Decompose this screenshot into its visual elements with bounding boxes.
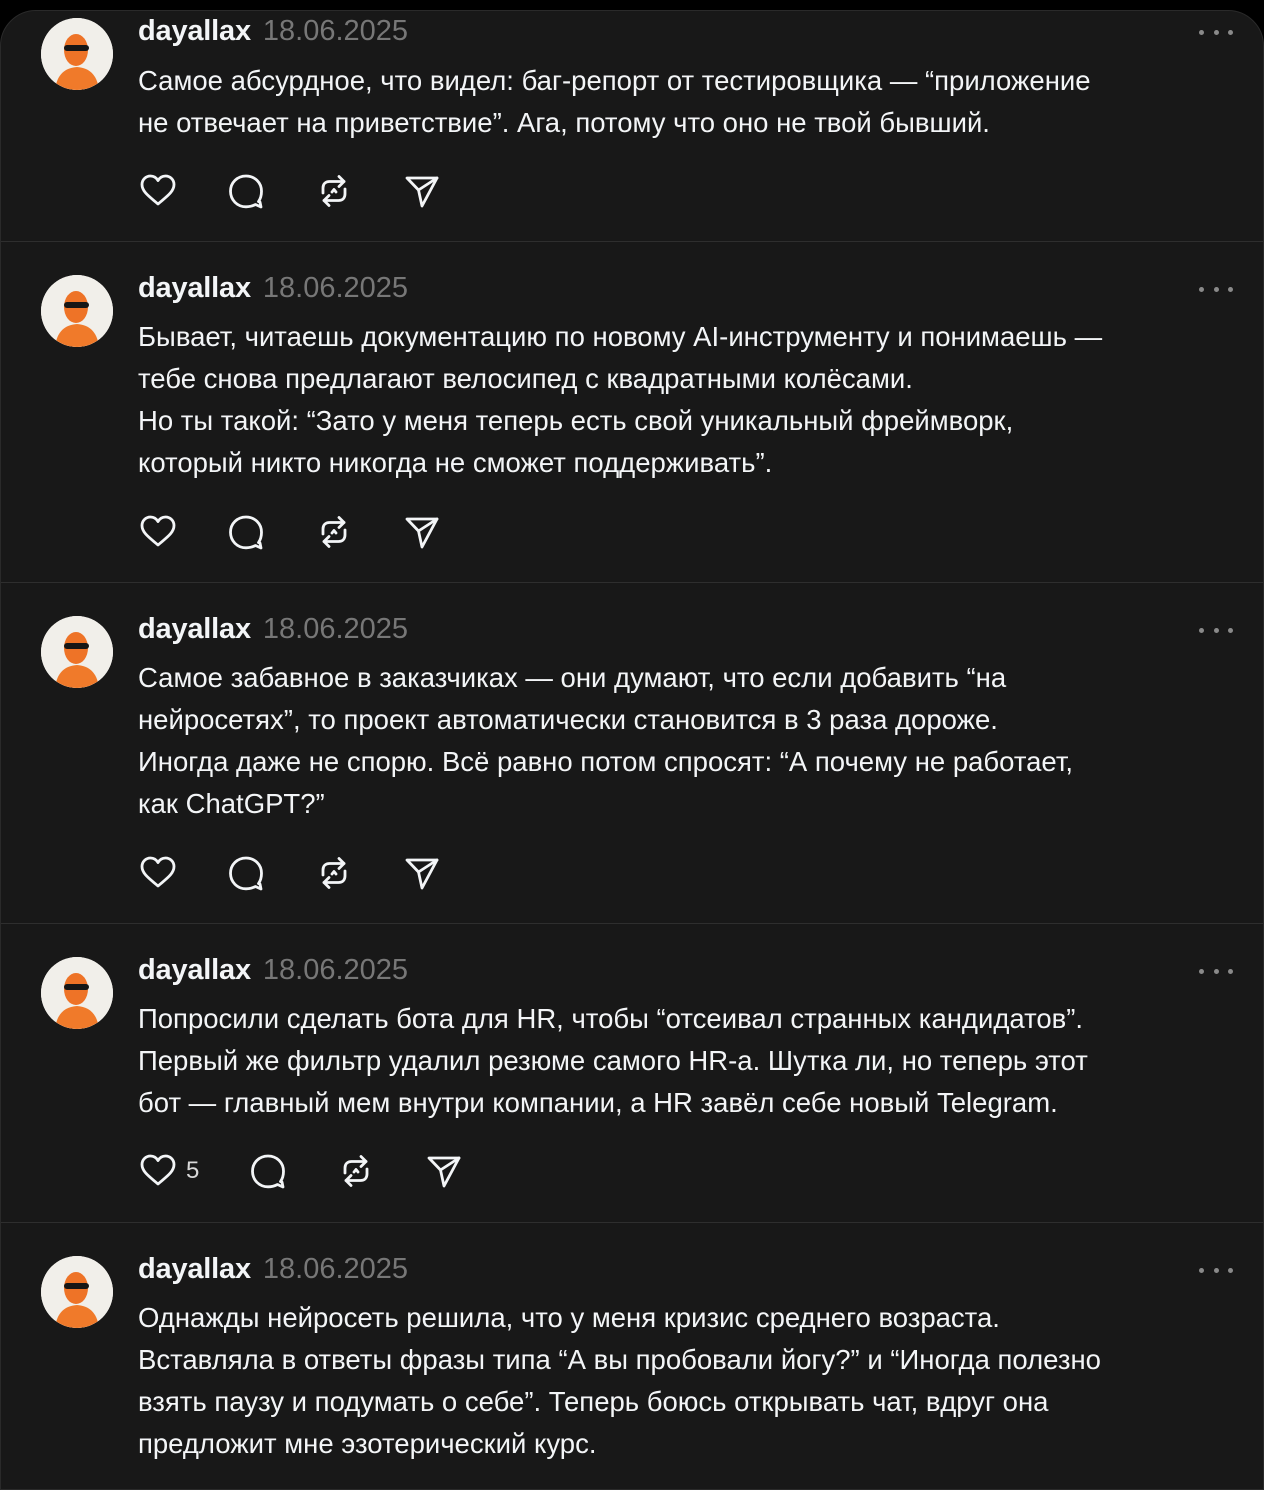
avatar[interactable] — [41, 1256, 113, 1328]
username[interactable]: dayallax — [138, 15, 251, 48]
share-button[interactable] — [424, 1151, 484, 1191]
post-text-line: Вставляла в ответы фразы типа “А вы проб… — [138, 1344, 1101, 1375]
post-text-line: Самое забавное в заказчиках — они думают… — [138, 662, 1007, 693]
post-text-line: Бывает, читаешь документацию по новому A… — [138, 321, 1103, 352]
post-header: dayallax 18.06.2025 — [138, 272, 408, 305]
reply-button[interactable] — [248, 1151, 336, 1191]
comment-bubble-icon — [229, 515, 263, 550]
comment-bubble-icon — [229, 856, 263, 891]
post: dayallax 18.06.2025 Самое забавное в зак… — [1, 583, 1263, 924]
post-text-line: Но ты такой: “Зато у меня теперь есть св… — [138, 405, 1014, 436]
post-text: Самое абсурдное, что видел: баг-репорт о… — [138, 60, 1238, 144]
like-button[interactable] — [138, 171, 226, 211]
username[interactable]: dayallax — [138, 954, 251, 987]
reply-button[interactable] — [226, 853, 314, 893]
post-text-line: как ChatGPT?” — [138, 788, 325, 819]
avatar[interactable] — [41, 275, 113, 347]
post-header: dayallax 18.06.2025 — [138, 954, 408, 987]
post-text-line: Однажды нейросеть решила, что у меня кри… — [138, 1302, 1000, 1333]
heart-icon — [140, 515, 176, 547]
post-text: Бывает, читаешь документацию по новому A… — [138, 316, 1238, 484]
post-date[interactable]: 18.06.2025 — [263, 954, 408, 987]
more-dots-icon[interactable] — [1199, 965, 1233, 977]
share-button[interactable] — [402, 171, 462, 211]
post-actions — [138, 512, 462, 552]
post-text-line: нейросетях”, то проект автоматически ста… — [138, 704, 998, 735]
post-text-line: Первый же фильтр удалил резюме самого HR… — [138, 1045, 1088, 1076]
post-header: dayallax 18.06.2025 — [138, 613, 408, 646]
post-text-line: тебе снова предлагают велосипед с квадра… — [138, 363, 913, 394]
send-icon — [405, 176, 439, 208]
username[interactable]: dayallax — [138, 1253, 251, 1286]
thread-feed: dayallax 18.06.2025 Самое абсурдное, что… — [0, 10, 1264, 1490]
send-icon — [405, 858, 439, 890]
like-button[interactable]: 5 — [138, 1151, 248, 1191]
heart-icon — [140, 856, 176, 888]
post-text-line: бот — главный мем внутри компании, а HR … — [138, 1087, 1058, 1118]
avatar[interactable] — [41, 616, 113, 688]
post-header: dayallax 18.06.2025 — [138, 1253, 408, 1286]
reply-button[interactable] — [226, 512, 314, 552]
repost-icon — [321, 857, 347, 889]
send-icon — [427, 1156, 461, 1188]
username[interactable]: dayallax — [138, 272, 251, 305]
avatar[interactable] — [41, 18, 113, 90]
like-button[interactable] — [138, 853, 226, 893]
more-dots-icon[interactable] — [1199, 624, 1233, 636]
more-dots-icon[interactable] — [1199, 26, 1233, 38]
post-actions: 5 — [138, 1151, 484, 1191]
comment-bubble-icon — [229, 174, 263, 209]
reply-button[interactable] — [226, 171, 314, 211]
post: dayallax 18.06.2025 Попросили сделать бо… — [1, 924, 1263, 1223]
heart-icon — [140, 174, 176, 206]
post: dayallax 18.06.2025 Однажды нейросеть ре… — [1, 1223, 1263, 1489]
username[interactable]: dayallax — [138, 613, 251, 646]
post-date[interactable]: 18.06.2025 — [263, 272, 408, 305]
like-count[interactable]: 5 — [186, 1157, 199, 1185]
heart-icon — [140, 1154, 176, 1186]
repost-icon — [321, 175, 347, 207]
comment-bubble-icon — [251, 1154, 285, 1189]
post-date[interactable]: 18.06.2025 — [263, 613, 408, 646]
send-icon — [405, 517, 439, 549]
like-button[interactable] — [138, 512, 226, 552]
post-date[interactable]: 18.06.2025 — [263, 1253, 408, 1286]
repost-button[interactable] — [314, 171, 402, 211]
post-actions — [138, 171, 462, 211]
share-button[interactable] — [402, 853, 462, 893]
post-text-line: не отвечает на приветствие”. Ага, потому… — [138, 107, 990, 138]
repost-icon — [321, 516, 347, 548]
post-text-line: Самое абсурдное, что видел: баг-репорт о… — [138, 65, 1091, 96]
repost-button[interactable] — [314, 853, 402, 893]
post-text-line: взять паузу и подумать о себе”. Теперь б… — [138, 1386, 1049, 1417]
post-actions — [138, 853, 462, 893]
post-text-line: предложит мне эзотерический курс. — [138, 1428, 597, 1459]
post-text-line: который никто никогда не сможет поддержи… — [138, 447, 773, 478]
post-header: dayallax 18.06.2025 — [138, 15, 408, 48]
post: dayallax 18.06.2025 Бывает, читаешь доку… — [1, 242, 1263, 583]
repost-button[interactable] — [336, 1151, 424, 1191]
avatar[interactable] — [41, 957, 113, 1029]
post-text: Попросили сделать бота для HR, чтобы “от… — [138, 998, 1238, 1124]
more-dots-icon[interactable] — [1199, 283, 1233, 295]
post-date[interactable]: 18.06.2025 — [263, 15, 408, 48]
more-dots-icon[interactable] — [1199, 1264, 1233, 1276]
repost-button[interactable] — [314, 512, 402, 552]
post-text-line: Попросили сделать бота для HR, чтобы “от… — [138, 1003, 1084, 1034]
post-text-line: Иногда даже не спорю. Всё равно потом сп… — [138, 746, 1073, 777]
repost-icon — [343, 1155, 369, 1187]
post-text: Самое забавное в заказчиках — они думают… — [138, 657, 1238, 825]
share-button[interactable] — [402, 512, 462, 552]
post-text: Однажды нейросеть решила, что у меня кри… — [138, 1297, 1238, 1465]
post: dayallax 18.06.2025 Самое абсурдное, что… — [1, 11, 1263, 242]
